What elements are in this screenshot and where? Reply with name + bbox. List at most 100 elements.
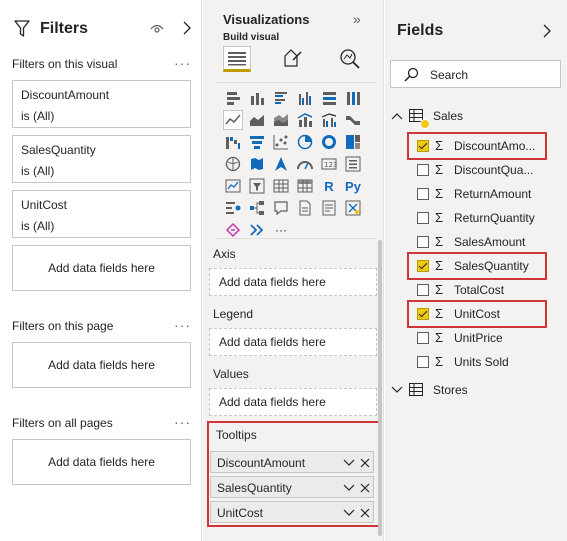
tooltip-field-unitcost[interactable]: UnitCost	[210, 501, 374, 523]
line-and-clustered-column-icon[interactable]	[319, 110, 339, 130]
chevron-down-icon[interactable]	[391, 384, 403, 398]
field-checkbox[interactable]	[417, 332, 429, 344]
field-checkbox[interactable]	[417, 188, 429, 200]
field-salesamount[interactable]: Σ SalesAmount	[413, 232, 563, 252]
field-checkbox[interactable]	[417, 236, 429, 248]
line-and-column-chart-icon[interactable]	[295, 110, 315, 130]
filters-visual-drop-zone[interactable]: Add data fields here	[12, 245, 191, 291]
gauge-icon[interactable]	[295, 154, 315, 174]
chevron-right-icon[interactable]	[542, 24, 552, 41]
chevron-down-icon[interactable]	[343, 507, 355, 521]
stacked-area-chart-icon[interactable]	[271, 110, 291, 130]
table-icon[interactable]	[271, 176, 291, 196]
filters-all-pages-drop-zone[interactable]: Add data fields here	[12, 439, 191, 485]
kpi-icon[interactable]	[223, 176, 243, 196]
ribbon-chart-icon[interactable]	[343, 110, 363, 130]
scatter-chart-icon[interactable]	[271, 132, 291, 152]
filter-card-salesquantity[interactable]: SalesQuantity is (All)	[12, 135, 191, 183]
decomposition-tree-icon[interactable]	[247, 198, 267, 218]
table-sales[interactable]: Sales	[389, 106, 565, 129]
map-icon[interactable]	[223, 154, 243, 174]
close-icon[interactable]	[360, 457, 370, 471]
power-apps-icon[interactable]	[343, 198, 363, 218]
fields-search-input[interactable]: Search	[390, 60, 561, 88]
slicer-icon[interactable]	[247, 176, 267, 196]
more-visuals-icon[interactable]: ···	[271, 220, 291, 240]
chevron-down-icon[interactable]	[343, 457, 355, 471]
paginated-report-icon[interactable]	[319, 198, 339, 218]
card-icon[interactable]: 123	[319, 154, 339, 174]
python-visual-icon[interactable]: Py	[343, 176, 363, 196]
legend-drop-zone[interactable]: Add data fields here	[209, 328, 377, 356]
r-script-visual-icon[interactable]: R	[319, 176, 339, 196]
clustered-bar-chart-icon[interactable]	[271, 88, 291, 108]
filter-card-unitcost[interactable]: UnitCost is (All)	[12, 190, 191, 238]
filter-card-name: SalesQuantity	[21, 143, 96, 157]
filters-page-drop-zone[interactable]: Add data fields here	[12, 342, 191, 388]
visualizations-title: Visualizations	[223, 12, 310, 27]
more-options-all-pages[interactable]: ···	[174, 414, 191, 430]
filters-header: Filters	[12, 18, 197, 42]
collapse-pane-icon[interactable]: »	[353, 11, 361, 27]
axis-drop-zone[interactable]: Add data fields here	[209, 268, 377, 296]
eye-icon[interactable]	[150, 23, 164, 37]
more-options-page[interactable]: ···	[174, 317, 191, 333]
format-visual-tab[interactable]	[279, 46, 307, 72]
filters-on-visual-label: Filters on this visual	[12, 57, 118, 71]
smart-narrative-icon[interactable]	[295, 198, 315, 218]
line-chart-icon[interactable]	[223, 110, 243, 130]
tooltip-field-salesquantity[interactable]: SalesQuantity	[210, 476, 374, 498]
donut-chart-icon[interactable]	[319, 132, 339, 152]
table-stores[interactable]: Stores	[389, 380, 565, 400]
filter-funnel-icon	[14, 20, 30, 41]
filters-on-page-label: Filters on this page	[12, 319, 114, 333]
multi-row-card-icon[interactable]	[343, 154, 363, 174]
field-checkbox[interactable]	[417, 284, 429, 296]
field-returnamount[interactable]: Σ ReturnAmount	[413, 184, 563, 204]
clustered-column-chart-icon[interactable]	[295, 88, 315, 108]
sigma-icon: Σ	[435, 282, 444, 297]
more-options-visual[interactable]: ···	[174, 55, 191, 71]
pie-chart-icon[interactable]	[295, 132, 315, 152]
field-name: ReturnQuantity	[454, 211, 535, 225]
chevron-right-icon[interactable]	[182, 21, 192, 38]
table-name: Sales	[433, 109, 464, 123]
stacked-column-chart-icon[interactable]	[247, 88, 267, 108]
100-stacked-bar-icon[interactable]	[319, 88, 339, 108]
axis-well-label: Axis	[213, 247, 236, 261]
field-units-sold[interactable]: Σ Units Sold	[413, 352, 563, 372]
field-unitprice[interactable]: Σ UnitPrice	[413, 328, 563, 348]
get-more-visuals-icon[interactable]	[247, 220, 267, 240]
field-checkbox[interactable]	[417, 164, 429, 176]
field-totalcost[interactable]: Σ TotalCost	[413, 280, 563, 300]
area-chart-icon[interactable]	[247, 110, 267, 130]
power-automate-icon[interactable]	[223, 220, 243, 240]
filter-card-discountamount[interactable]: DiscountAmount is (All)	[12, 80, 191, 128]
field-returnquantity[interactable]: Σ ReturnQuantity	[413, 208, 563, 228]
field-discountquantity[interactable]: Σ DiscountQua...	[413, 160, 563, 180]
100-stacked-column-icon[interactable]	[343, 88, 363, 108]
key-influencers-icon[interactable]	[223, 198, 243, 218]
azure-map-icon[interactable]	[271, 154, 291, 174]
analytics-tab[interactable]	[337, 46, 365, 72]
chevron-up-icon[interactable]	[391, 110, 403, 124]
build-visual-tab[interactable]	[223, 46, 251, 72]
funnel-chart-icon[interactable]	[247, 132, 267, 152]
field-checkbox[interactable]	[417, 212, 429, 224]
close-icon[interactable]	[360, 482, 370, 496]
treemap-icon[interactable]	[343, 132, 363, 152]
close-icon[interactable]	[360, 507, 370, 521]
stacked-bar-chart-icon[interactable]	[223, 88, 243, 108]
values-drop-zone[interactable]: Add data fields here	[209, 388, 377, 416]
visualizations-scrollbar[interactable]	[378, 240, 382, 536]
qna-icon[interactable]	[271, 198, 291, 218]
chevron-down-icon[interactable]	[343, 482, 355, 496]
tooltip-field-discountamount[interactable]: DiscountAmount	[210, 451, 374, 473]
filter-card-name: DiscountAmount	[21, 88, 110, 102]
matrix-icon[interactable]	[295, 176, 315, 196]
filled-map-icon[interactable]	[247, 154, 267, 174]
waterfall-chart-icon[interactable]	[223, 132, 243, 152]
highlight-discountamount	[407, 132, 547, 160]
field-checkbox[interactable]	[417, 356, 429, 368]
sigma-icon: Σ	[435, 210, 444, 225]
